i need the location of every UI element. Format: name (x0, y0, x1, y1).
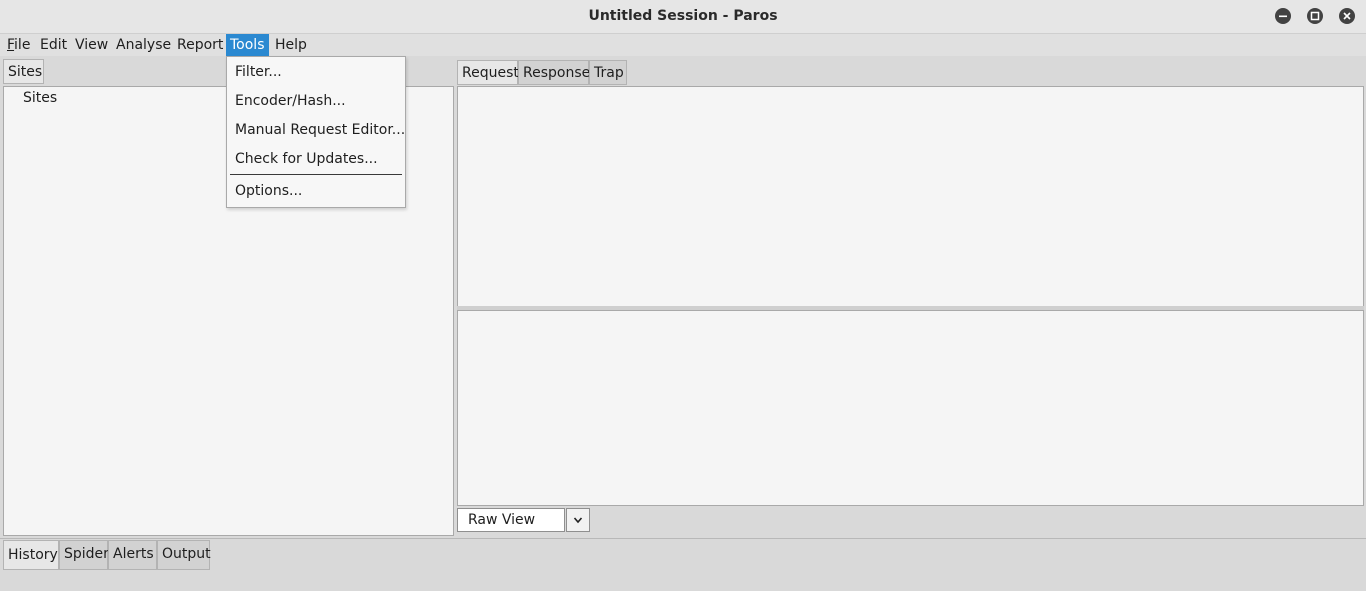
menu-analyse[interactable]: Analyse (112, 34, 175, 56)
menu-file-label: ile (14, 37, 31, 53)
window-title: Untitled Session - Paros (588, 8, 778, 24)
menu-report[interactable]: Report (173, 34, 227, 56)
menu-item-encoder-hash[interactable]: Encoder/Hash... (235, 90, 346, 112)
tab-alerts[interactable]: Alerts (108, 540, 157, 570)
menu-edit[interactable]: Edit (36, 34, 71, 56)
view-select[interactable]: Raw View (457, 508, 565, 532)
menu-view[interactable]: View (71, 34, 112, 56)
tools-dropdown-menu: Filter... Encoder/Hash... Manual Request… (226, 56, 406, 208)
request-header-area[interactable] (457, 86, 1364, 307)
tab-output[interactable]: Output (157, 540, 211, 570)
close-button[interactable] (1339, 8, 1355, 24)
close-icon (1343, 12, 1351, 20)
menu-tools[interactable]: Tools (226, 34, 269, 56)
bottom-separator (0, 538, 1366, 539)
maximize-icon (1310, 11, 1320, 21)
tab-request[interactable]: Request (457, 60, 519, 85)
tab-trap[interactable]: Trap (589, 60, 627, 85)
menu-separator (230, 174, 402, 175)
tab-sites[interactable]: Sites (3, 59, 44, 84)
minimize-button[interactable] (1275, 8, 1291, 24)
tab-spider[interactable]: Spider (59, 540, 109, 570)
tab-response[interactable]: Response (518, 60, 590, 85)
minimize-icon (1279, 15, 1287, 18)
maximize-button[interactable] (1307, 8, 1323, 24)
menu-item-manual-request-editor[interactable]: Manual Request Editor... (235, 119, 405, 141)
menu-item-options[interactable]: Options... (235, 180, 302, 202)
view-select-dropdown-button[interactable] (566, 508, 590, 532)
menu-item-filter[interactable]: Filter... (235, 61, 282, 83)
request-body-area[interactable] (457, 310, 1364, 506)
chevron-down-icon (573, 517, 583, 524)
menu-file-mnemonic: F (7, 37, 15, 53)
menu-file[interactable]: File (3, 34, 34, 56)
menu-help[interactable]: Help (271, 34, 311, 56)
tab-history[interactable]: History (3, 540, 59, 570)
menu-item-check-for-updates[interactable]: Check for Updates... (235, 148, 378, 170)
tree-root-sites[interactable]: Sites (23, 88, 57, 108)
